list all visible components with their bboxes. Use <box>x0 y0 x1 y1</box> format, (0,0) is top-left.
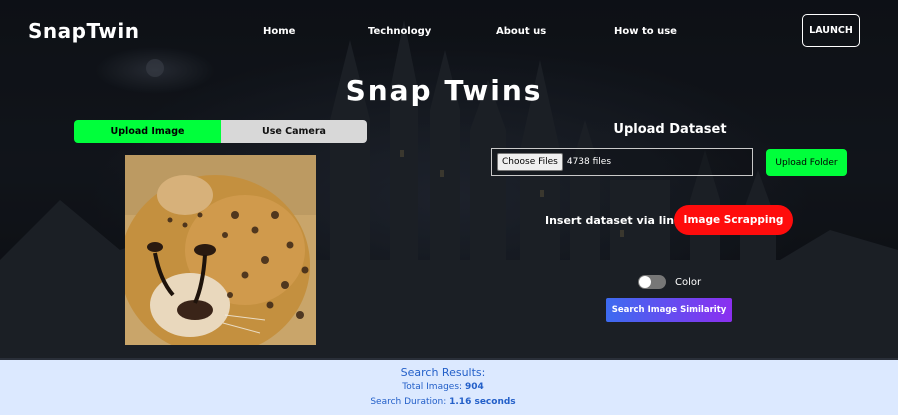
launch-button[interactable]: LAUNCH <box>802 14 860 47</box>
color-toggle[interactable] <box>638 275 666 289</box>
total-images-label: Total Images: <box>402 382 463 392</box>
tab-use-camera[interactable]: Use Camera <box>221 120 367 143</box>
total-images-value: 904 <box>464 382 484 392</box>
file-count: 4738 files <box>566 157 612 167</box>
search-image-similarity-button[interactable]: Search Image Similarity <box>606 298 732 322</box>
uploaded-image-preview <box>125 155 316 345</box>
file-input[interactable]: Choose Files 4738 files <box>491 148 753 176</box>
nav-home[interactable]: Home <box>263 26 295 37</box>
total-images-line: Total Images: 904 <box>0 382 886 392</box>
tab-upload-image[interactable]: Upload Image <box>74 120 221 143</box>
search-results-title: Search Results: <box>400 366 486 379</box>
page-title: Snap Twins <box>345 74 543 107</box>
nav-about-us[interactable]: About us <box>496 26 546 37</box>
upload-folder-button[interactable]: Upload Folder <box>766 149 847 176</box>
nav-technology[interactable]: Technology <box>368 26 431 37</box>
image-source-tabs: Upload Image Use Camera <box>74 120 367 143</box>
color-toggle-label: Color <box>675 277 702 288</box>
image-scrapping-button[interactable]: Image Scrapping <box>674 205 793 235</box>
nav-how-to-use[interactable]: How to use <box>614 26 677 37</box>
upload-dataset-title: Upload Dataset <box>613 122 727 137</box>
search-duration-line: Search Duration: 1.16 seconds <box>0 397 886 407</box>
toggle-knob <box>639 276 651 288</box>
choose-files-button[interactable]: Choose Files <box>497 153 563 171</box>
search-duration-label: Search Duration: <box>370 397 447 407</box>
dataset-link-label: Insert dataset via link : <box>545 214 690 227</box>
search-duration-value: 1.16 seconds <box>449 397 516 407</box>
logo[interactable]: SnapTwin <box>28 19 139 43</box>
